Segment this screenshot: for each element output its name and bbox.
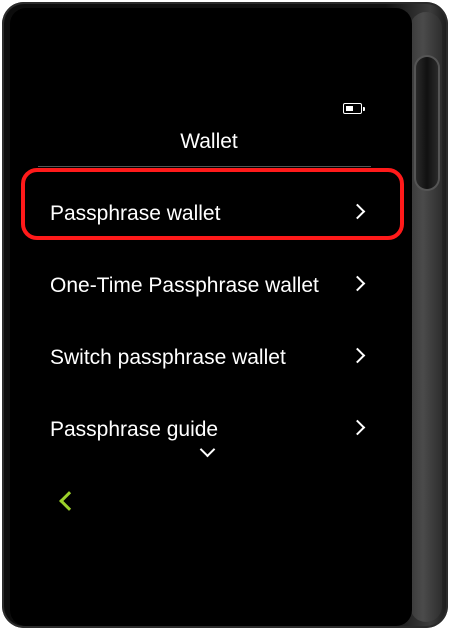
highlight-box — [21, 168, 404, 240]
chevron-right-icon — [349, 347, 366, 364]
menu-item-passphrase-guide[interactable]: Passphrase guide — [50, 410, 380, 450]
battery-icon — [343, 103, 365, 114]
page-title: Wallet — [180, 130, 238, 153]
chevron-left-icon[interactable] — [59, 491, 79, 511]
chevron-right-icon — [349, 419, 366, 436]
chevron-right-icon — [349, 275, 366, 292]
device-side-button[interactable] — [416, 57, 438, 189]
menu-item-label: Passphrase guide — [50, 418, 219, 441]
hardware-wallet-device: Wallet Passphrase wallet One-Time Passph… — [2, 2, 448, 628]
menu-item-switch-passphrase-wallet[interactable]: Switch passphrase wallet — [50, 338, 380, 378]
menu-item-label: Switch passphrase wallet — [50, 346, 286, 369]
device-screen: Wallet Passphrase wallet One-Time Passph… — [10, 8, 412, 626]
title-divider — [38, 166, 371, 167]
menu-item-one-time-passphrase-wallet[interactable]: One-Time Passphrase wallet — [50, 266, 380, 306]
menu-item-label: One-Time Passphrase wallet — [50, 274, 319, 297]
